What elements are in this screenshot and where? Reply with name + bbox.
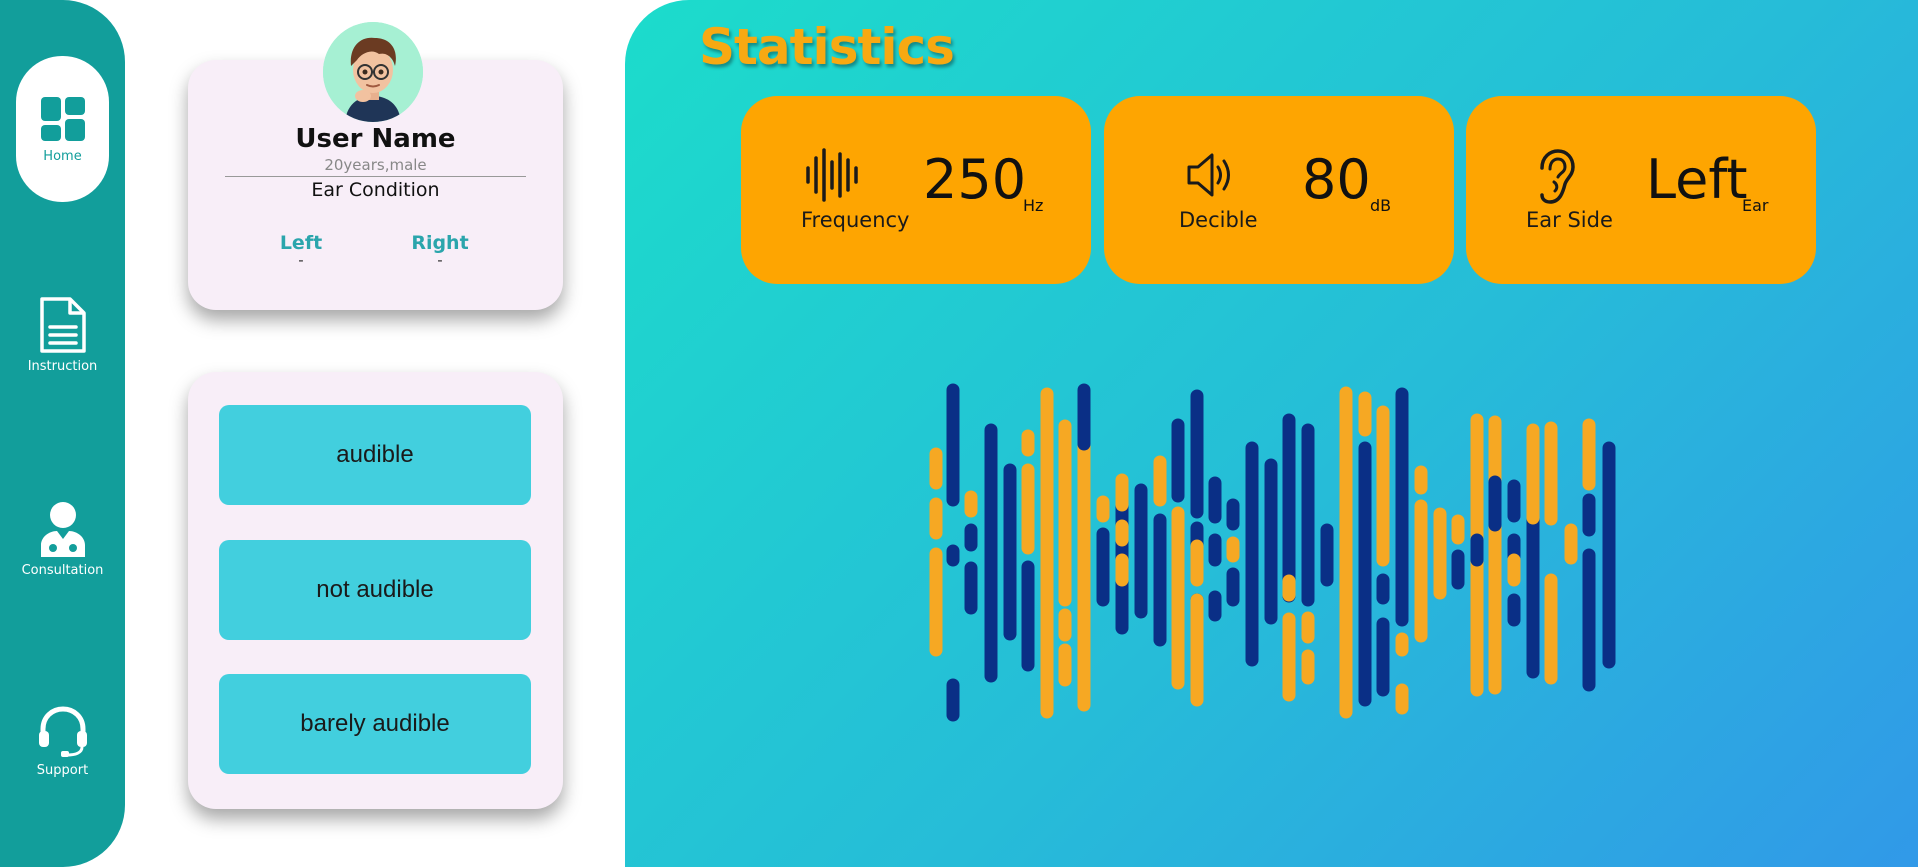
sidebar-item-label: Instruction	[27, 358, 98, 374]
sidebar-item-instruction[interactable]: Instruction	[16, 262, 109, 408]
left-ear-status: Left -	[261, 232, 341, 269]
headset-icon	[38, 705, 87, 757]
response-card: audible not audible barely audible	[188, 372, 563, 809]
right-ear-value: -	[437, 251, 443, 269]
barely-audible-button[interactable]: barely audible	[219, 674, 531, 774]
sidebar-item-consultation[interactable]: Consultation	[16, 466, 109, 612]
sidebar-item-home[interactable]: Home	[16, 56, 109, 202]
audible-button[interactable]: audible	[219, 405, 531, 505]
sidebar-item-support[interactable]: Support	[16, 668, 109, 814]
divider	[225, 176, 526, 177]
sidebar-item-label: Consultation	[21, 562, 104, 578]
avatar-illustration	[323, 22, 423, 122]
left-ear-value: -	[298, 251, 304, 269]
sidebar: Home Instruction Consultation Support	[0, 0, 125, 867]
doctor-icon	[40, 501, 85, 557]
sound-wave-graphic	[929, 383, 1616, 722]
user-name: User Name	[295, 124, 456, 154]
document-icon	[39, 296, 86, 353]
not-audible-button[interactable]: not audible	[219, 540, 531, 640]
statistics-panel: Statistics Frequency 250 Hz Decible 80 d…	[625, 0, 1918, 867]
sidebar-item-label: Home	[43, 148, 82, 164]
ear-condition-label: Ear Condition	[311, 179, 440, 201]
right-ear-status: Right -	[400, 232, 480, 269]
sidebar-item-label: Support	[36, 762, 89, 778]
user-meta: 20years,male	[324, 156, 427, 174]
dashboard-icon	[40, 96, 85, 141]
avatar	[323, 22, 423, 122]
